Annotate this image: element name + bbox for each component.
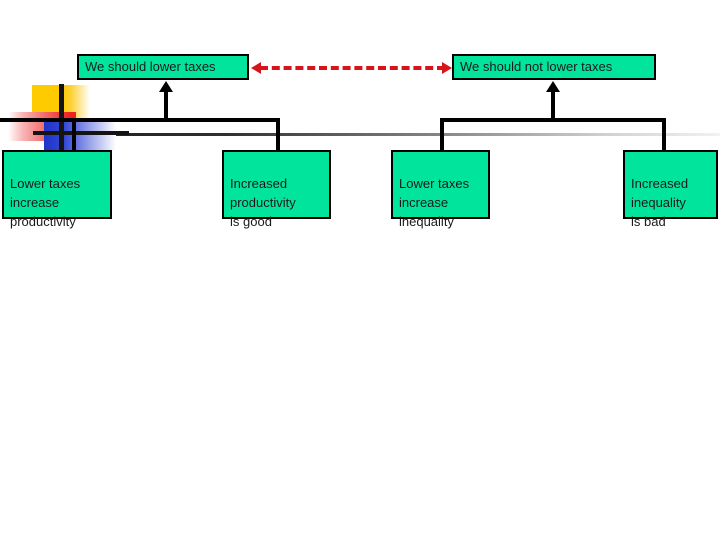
conflict-arrowhead-left xyxy=(251,62,261,74)
reason-box-lower-taxes-increase-inequality[interactable]: Lower taxes increase inequality xyxy=(391,150,490,229)
connector-stem-claim-con xyxy=(551,92,555,120)
reason-label-productivity-good: Increased productivity is good xyxy=(230,176,296,229)
connector-drop-reason-inequality-bad xyxy=(662,118,666,152)
decorative-horizontal-black-bar xyxy=(33,131,129,135)
claim-box-we-should-lower-taxes[interactable]: We should lower taxes xyxy=(77,54,249,80)
decorative-blue-gradient-bar xyxy=(44,120,116,150)
reason-label-inequality: Lower taxes increase inequality xyxy=(399,176,470,229)
connector-spanner-left xyxy=(0,118,280,122)
argument-map-canvas: We should lower taxes We should not lowe… xyxy=(0,0,720,540)
arrowhead-into-claim-pro xyxy=(159,81,173,92)
connector-stem-claim-pro xyxy=(164,92,168,120)
reason-box-lower-taxes-increase-productivity[interactable]: Lower taxes increase productivity xyxy=(2,150,112,229)
claim-box-we-should-not-lower-taxes[interactable]: We should not lower taxes xyxy=(452,54,656,80)
connector-drop-reason-productivity xyxy=(72,118,76,152)
conflict-dashed-line xyxy=(260,66,445,70)
decorative-gray-rule xyxy=(33,133,720,136)
claim-label-con: We should not lower taxes xyxy=(460,59,613,74)
conflict-arrowhead-right xyxy=(442,62,452,74)
reason-label-productivity: Lower taxes increase productivity xyxy=(10,176,81,229)
connector-spanner-right xyxy=(440,118,666,122)
reason-box-increased-inequality-is-bad[interactable]: Increased inequality is bad xyxy=(623,150,718,229)
connector-drop-reason-productivity-good xyxy=(276,118,280,152)
arrowhead-into-claim-con xyxy=(546,81,560,92)
reason-box-increased-productivity-is-good[interactable]: Increased productivity is good xyxy=(222,150,331,229)
reason-label-inequality-bad: Increased inequality is bad xyxy=(631,176,689,229)
claim-label-pro: We should lower taxes xyxy=(85,59,216,74)
connector-drop-reason-inequality xyxy=(440,118,444,152)
